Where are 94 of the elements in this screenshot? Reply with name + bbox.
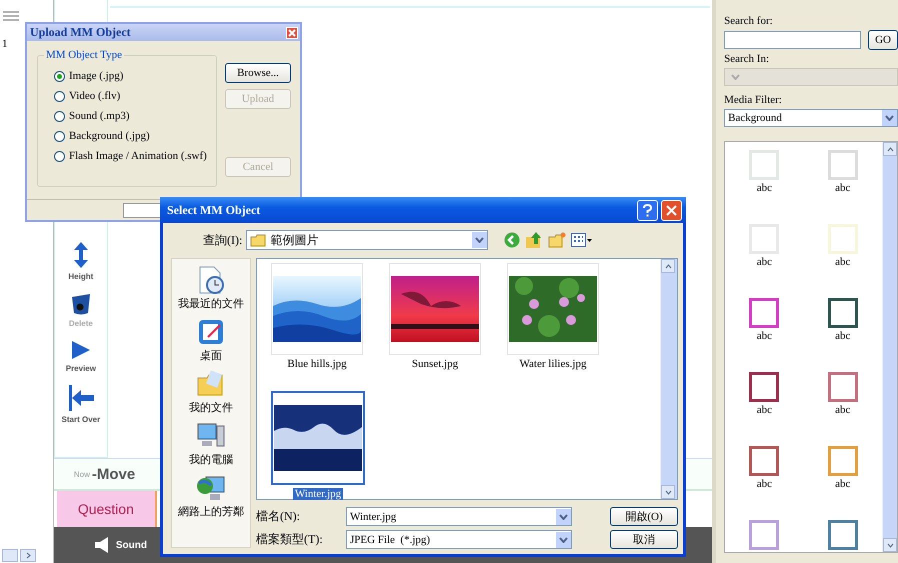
- frame-thumbnail[interactable]: [828, 372, 858, 402]
- frame-thumbnail[interactable]: [749, 520, 780, 550]
- file-name-label: 檔名(N):: [256, 508, 301, 525]
- tool-button[interactable]: Preview: [66, 340, 96, 373]
- folder-name: 範例圖片: [270, 232, 318, 248]
- dropdown-button[interactable]: [472, 232, 488, 248]
- radio-icon[interactable]: [54, 130, 65, 142]
- dropdown-button[interactable]: [556, 508, 571, 524]
- open-button[interactable]: 開啟(O): [610, 507, 678, 526]
- chevron-down-icon: [559, 514, 568, 520]
- frame-thumbnail[interactable]: [828, 446, 858, 476]
- radio-option[interactable]: Sound (.mp3): [54, 110, 216, 122]
- arrow-to-bar-icon: [68, 385, 94, 411]
- media-label: abc: [835, 256, 850, 268]
- scroll-track[interactable]: [2, 549, 18, 562]
- frame-thumbnail[interactable]: [749, 298, 780, 328]
- close-icon: [666, 204, 677, 216]
- radio-option[interactable]: Image (.jpg): [54, 70, 216, 82]
- dialog-title: Select MM Object: [167, 202, 262, 218]
- close-icon: [288, 28, 296, 36]
- scrollbar[interactable]: [882, 142, 897, 552]
- chevron-down-icon: [885, 115, 894, 121]
- dialog-button[interactable]: Browse...: [225, 63, 291, 83]
- place-item[interactable]: 我的電腦: [189, 421, 233, 467]
- scrollbar[interactable]: [660, 259, 677, 499]
- cancel-button[interactable]: 取消: [610, 530, 678, 549]
- file-type-label: 檔案類型(T):: [256, 531, 324, 548]
- desktop-icon: [196, 317, 226, 347]
- media-label: abc: [756, 330, 772, 342]
- chevron-down-icon: [731, 74, 740, 80]
- tool-button[interactable]: Height: [68, 242, 94, 281]
- tool-button[interactable]: Start Over: [62, 385, 100, 424]
- dialog-title: Upload MM Object: [30, 25, 131, 40]
- look-in-label: 查詢(I):: [203, 232, 242, 248]
- media-label: abc: [756, 404, 772, 416]
- back-icon[interactable]: [504, 232, 520, 248]
- bucket-icon: [70, 293, 92, 315]
- file-name-field[interactable]: Winter.jpg: [346, 507, 572, 526]
- help-button[interactable]: [637, 200, 658, 220]
- question-mark-icon: [643, 204, 652, 216]
- row-number: 1: [2, 38, 8, 50]
- radio-option[interactable]: Background (.jpg): [54, 130, 216, 142]
- folder-icon: [250, 234, 266, 246]
- radio-option[interactable]: Flash Image / Animation (.swf): [54, 150, 216, 162]
- media-label: abc: [835, 330, 850, 342]
- chevron-down-icon[interactable]: [886, 542, 894, 548]
- chevron-right-icon: [26, 552, 30, 559]
- question-button[interactable]: Question: [56, 491, 157, 527]
- chevron-up-icon[interactable]: [664, 264, 672, 268]
- chevron-down-icon: [559, 536, 568, 542]
- up-folder-icon[interactable]: [525, 231, 544, 249]
- media-filter-dropdown[interactable]: Background: [724, 109, 898, 127]
- play-icon: [70, 340, 91, 360]
- radio-icon[interactable]: [54, 90, 65, 102]
- search-in-label: Search In:: [724, 53, 770, 65]
- frame-thumbnail[interactable]: [828, 520, 858, 550]
- place-item[interactable]: 我的文件: [189, 369, 233, 415]
- close-button[interactable]: [286, 26, 298, 38]
- search-field[interactable]: [724, 31, 862, 49]
- media-label: abc: [835, 404, 850, 416]
- file-type-dropdown[interactable]: JPEG File (*.jpg): [346, 530, 572, 549]
- media-label: abc: [835, 182, 850, 194]
- go-button[interactable]: GO: [868, 30, 898, 50]
- radio-icon[interactable]: [54, 70, 65, 82]
- chevron-down-icon[interactable]: [664, 490, 672, 494]
- look-in-dropdown[interactable]: 範例圖片: [246, 230, 488, 250]
- frame-thumbnail[interactable]: [749, 372, 780, 402]
- dropdown-button[interactable]: [882, 110, 897, 126]
- radio-icon[interactable]: [54, 150, 65, 162]
- media-label: abc: [756, 478, 772, 490]
- place-item[interactable]: 我最近的文件: [178, 265, 244, 311]
- frame-thumbnail[interactable]: [749, 446, 780, 476]
- radio-icon[interactable]: [54, 110, 65, 122]
- search-label: Search for:: [724, 15, 774, 27]
- place-item[interactable]: 網路上的芳鄰: [178, 473, 244, 519]
- dropdown-button[interactable]: [556, 532, 571, 548]
- vertical-arrows-icon: [72, 242, 89, 268]
- scroll-right-button[interactable]: [20, 549, 36, 562]
- media-label: abc: [756, 182, 772, 194]
- place-item[interactable]: 桌面: [196, 317, 226, 363]
- media-tab[interactable]: Sound: [94, 536, 147, 554]
- chevron-down-icon: [475, 237, 484, 243]
- mode-value: -Move: [92, 466, 136, 482]
- new-folder-icon[interactable]: [548, 232, 566, 248]
- close-button[interactable]: [661, 200, 682, 220]
- frame-thumbnail[interactable]: [828, 298, 858, 328]
- media-label: abc: [756, 256, 772, 268]
- chevron-up-icon[interactable]: [886, 146, 894, 152]
- radio-option[interactable]: Video (.flv): [54, 90, 216, 102]
- media-label: abc: [835, 478, 850, 490]
- group-label: MM Object Type: [44, 49, 124, 61]
- view-menu-icon[interactable]: [571, 233, 594, 247]
- media-filter-label: Media Filter:: [724, 94, 783, 106]
- mode-prefix: Now: [74, 470, 90, 478]
